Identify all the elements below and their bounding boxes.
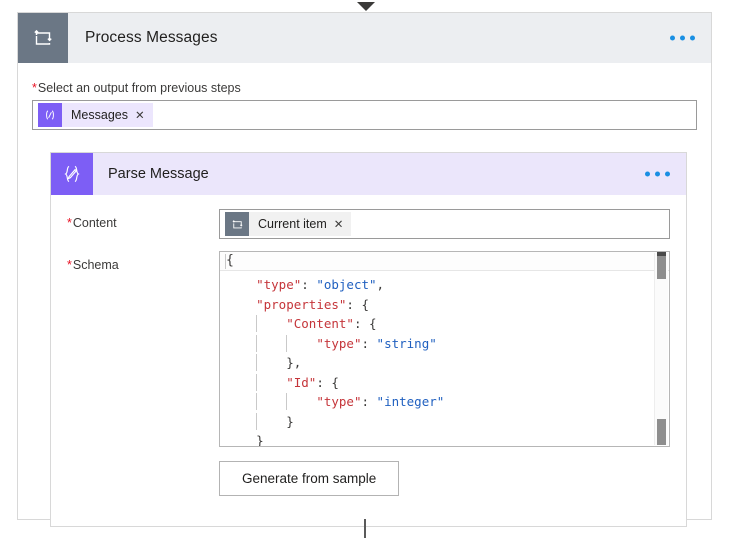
bottom-flow-connector [364, 519, 366, 538]
code-token: "integer" [376, 394, 445, 409]
content-label-text: Content [72, 216, 117, 230]
code-line: "type": "integer" [220, 392, 669, 412]
parse-message-header[interactable]: Parse Message [51, 153, 686, 195]
code-token: }, [286, 355, 302, 370]
schema-editor-code[interactable]: "type": "object", "properties": { "Conte… [220, 271, 669, 447]
code-token: "object" [316, 277, 377, 292]
current-item-token[interactable]: Current item ✕ [225, 212, 352, 236]
vertical-scrollbar[interactable] [654, 252, 668, 445]
code-token: } [286, 413, 294, 429]
parse-message-title: Parse Message [108, 166, 209, 182]
code-line: "Content": { [220, 314, 669, 334]
required-asterisk: * [32, 81, 37, 95]
content-field-row: *Content Current item ✕ [67, 209, 670, 239]
content-label: *Content [67, 209, 219, 230]
code-token: "type" [316, 394, 362, 409]
code-line: "type": "object", [220, 275, 669, 295]
code-line: "properties": { [220, 295, 669, 315]
process-messages-more-options-icon[interactable] [670, 35, 695, 41]
process-messages-body: *Select an output from previous steps Me… [18, 63, 711, 527]
scrollbar-thumb-bottom[interactable] [657, 419, 666, 445]
content-field-control: Current item ✕ [219, 209, 670, 239]
code-line: }, [220, 353, 669, 373]
schema-field-row: *Schema { "type": "object", "properties"… [67, 251, 670, 496]
chevron-down-icon [357, 2, 375, 11]
code-line: } [220, 412, 669, 432]
scrollbar-thumb-top[interactable] [657, 252, 666, 279]
select-output-label-text: Select an output from previous steps [37, 81, 241, 95]
current-item-token-label: Current item ✕ [249, 212, 352, 236]
code-token: : { [353, 316, 377, 331]
code-token: , [376, 277, 385, 292]
code-token: "type" [316, 335, 362, 351]
loop-current-item-icon [225, 212, 249, 236]
messages-token-label: Messages ✕ [62, 103, 153, 127]
schema-editor-first-line[interactable]: { [220, 252, 669, 271]
schema-first-line-text: { [226, 253, 234, 268]
process-messages-header[interactable]: Process Messages [18, 13, 711, 63]
generate-from-sample-button[interactable]: Generate from sample [219, 461, 400, 496]
loop-foreach-icon [18, 13, 68, 63]
messages-token-text: Messages [71, 108, 128, 122]
schema-json-editor[interactable]: { "type": "object", "properties": { "Con… [219, 251, 670, 447]
code-token: : [361, 394, 377, 409]
content-input[interactable]: Current item ✕ [219, 209, 670, 239]
select-output-label: *Select an output from previous steps [32, 81, 697, 95]
schema-label: *Schema [67, 251, 219, 272]
code-token: : [301, 277, 317, 292]
code-token: : { [316, 374, 339, 390]
select-output-input[interactable]: Messages ✕ [32, 100, 697, 130]
close-icon[interactable]: ✕ [334, 217, 344, 231]
code-token: "Id" [286, 374, 317, 390]
code-line: "Id": { [220, 373, 669, 393]
required-asterisk: * [67, 258, 72, 272]
parse-message-more-options-icon[interactable] [645, 171, 670, 177]
parse-json-pen-icon [51, 153, 93, 195]
code-token: "Content" [286, 316, 354, 331]
code-token: } [256, 433, 264, 447]
code-token: "string" [376, 335, 437, 351]
process-messages-title: Process Messages [85, 29, 218, 46]
parse-message-card: Parse Message *Content Current item ✕ *S… [50, 152, 687, 527]
process-messages-card: Process Messages *Select an output from … [17, 12, 712, 527]
expression-code-icon [38, 103, 62, 127]
required-asterisk: * [67, 216, 72, 230]
schema-label-text: Schema [72, 258, 119, 272]
close-icon[interactable]: ✕ [135, 108, 145, 122]
schema-field-control: { "type": "object", "properties": { "Con… [219, 251, 670, 496]
code-token: : [361, 335, 377, 351]
parse-message-body: *Content Current item ✕ *Schema {"type"… [51, 195, 686, 526]
code-token: "properties" [256, 296, 347, 312]
code-token: "type" [256, 277, 302, 292]
current-item-token-text: Current item [258, 217, 327, 231]
code-line: "type": "string" [220, 334, 669, 354]
messages-token[interactable]: Messages ✕ [38, 103, 153, 127]
code-line: } [220, 431, 669, 447]
code-token: : { [346, 296, 369, 312]
